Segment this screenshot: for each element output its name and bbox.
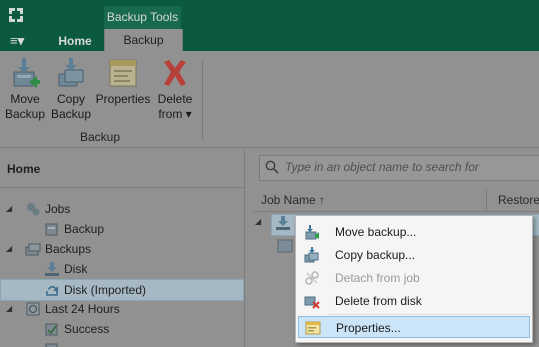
move-backup-label: Move Backup (4, 92, 46, 121)
tree-item-disk-imported[interactable]: Disk (Imported) (0, 279, 244, 301)
copy-backup-icon (304, 247, 320, 263)
backups-icon (25, 241, 41, 257)
menu-item-delete-from-disk[interactable]: Delete from disk (298, 290, 530, 312)
column-label: Restore (498, 193, 539, 207)
menu-item-label: Properties... (336, 321, 401, 335)
properties-label: Properties (95, 92, 151, 106)
tree-item-backups[interactable]: ◢ Backups (6, 239, 242, 259)
delete-from-label: Delete from ▾ (157, 92, 193, 121)
tree-item-label: Disk (Imported) (64, 283, 147, 297)
disk-imported-icon (44, 282, 60, 298)
tree-item-label: Backup (64, 222, 105, 236)
tree-item-backup-job[interactable]: Backup (6, 219, 242, 239)
tree-item-jobs[interactable]: ◢ Jobs (6, 199, 242, 219)
detach-icon (304, 270, 320, 286)
column-divider[interactable] (486, 190, 487, 210)
header-underline (253, 211, 539, 212)
menu-item-properties[interactable]: Properties... (298, 316, 530, 338)
properties-icon (305, 320, 321, 336)
context-menu: Move backup... Copy backup... Detach fro… (295, 215, 533, 343)
menu-item-copy-backup[interactable]: Copy backup... (298, 244, 530, 266)
properties-icon (107, 56, 139, 90)
delete-icon (159, 56, 191, 90)
tree-item-label: Success (64, 322, 110, 336)
ribbon-group-label: Backup (79, 130, 121, 144)
tab-backup[interactable]: Backup (104, 29, 183, 52)
tree-item-label: Backups (45, 242, 92, 256)
main-menu-button[interactable]: ≡▾ (10, 31, 24, 50)
success-icon (44, 321, 60, 337)
menu-item-label: Copy backup... (335, 248, 416, 262)
app-logo-icon (7, 6, 25, 24)
move-backup-button[interactable]: Move Backup (4, 56, 46, 122)
tree-item-disk[interactable]: Disk (6, 259, 242, 279)
copy-backup-button[interactable]: Copy Backup (50, 56, 92, 122)
expand-arrow-icon[interactable]: ◢ (6, 239, 16, 259)
tab-home[interactable]: Home (46, 32, 104, 51)
menu-item-label: Detach from job (335, 271, 420, 285)
tree-item-label: Last 24 Hours (45, 302, 120, 316)
backup-job-icon (44, 221, 60, 237)
tree-item-label: Jobs (45, 202, 71, 216)
expand-arrow-icon[interactable]: ◢ (6, 199, 16, 219)
search-icon (265, 160, 279, 174)
disk-icon (44, 261, 60, 277)
jobs-icon (25, 201, 41, 217)
search-placeholder: Type in an object name to search for (285, 160, 479, 174)
ribbon-group-divider (202, 60, 203, 140)
backup-row-icon (275, 215, 291, 231)
copy-backup-label: Copy Backup (50, 92, 92, 121)
tree-item-partial (44, 339, 60, 347)
menu-item-move-backup[interactable]: Move backup... (298, 221, 530, 243)
copy-backup-icon (55, 56, 87, 90)
tree-item-last-24-hours[interactable]: ◢ Last 24 Hours (6, 299, 242, 319)
nav-divider (0, 187, 244, 188)
nav-title: Home (7, 162, 41, 176)
expand-arrow-icon[interactable]: ◢ (6, 299, 16, 319)
menu-item-detach-from-job[interactable]: Detach from job (298, 267, 530, 289)
move-backup-icon (9, 56, 41, 90)
failed-icon (44, 341, 60, 347)
column-header-restore[interactable]: Restore (498, 193, 539, 207)
menu-item-label: Move backup... (335, 225, 417, 239)
child-row-icon (277, 238, 293, 254)
column-header-job-name[interactable]: Job Name ↑ (261, 193, 325, 207)
tree-item-success[interactable]: Success (6, 319, 242, 339)
delete-from-button[interactable]: Delete from ▾ (153, 56, 197, 122)
title-bar (0, 0, 539, 32)
move-backup-icon (304, 224, 320, 240)
last-24-hours-icon (25, 301, 41, 317)
row-expand-arrow-icon[interactable]: ◢ (255, 217, 263, 229)
delete-from-disk-icon (304, 293, 320, 309)
column-label: Job Name ↑ (261, 193, 326, 207)
menu-item-label: Delete from disk (335, 294, 422, 308)
backup-tools-context-tab: Backup Tools (104, 6, 181, 30)
menu-separator (329, 314, 527, 315)
properties-button[interactable]: Properties (95, 56, 151, 107)
tree-item-label: Disk (64, 262, 88, 276)
